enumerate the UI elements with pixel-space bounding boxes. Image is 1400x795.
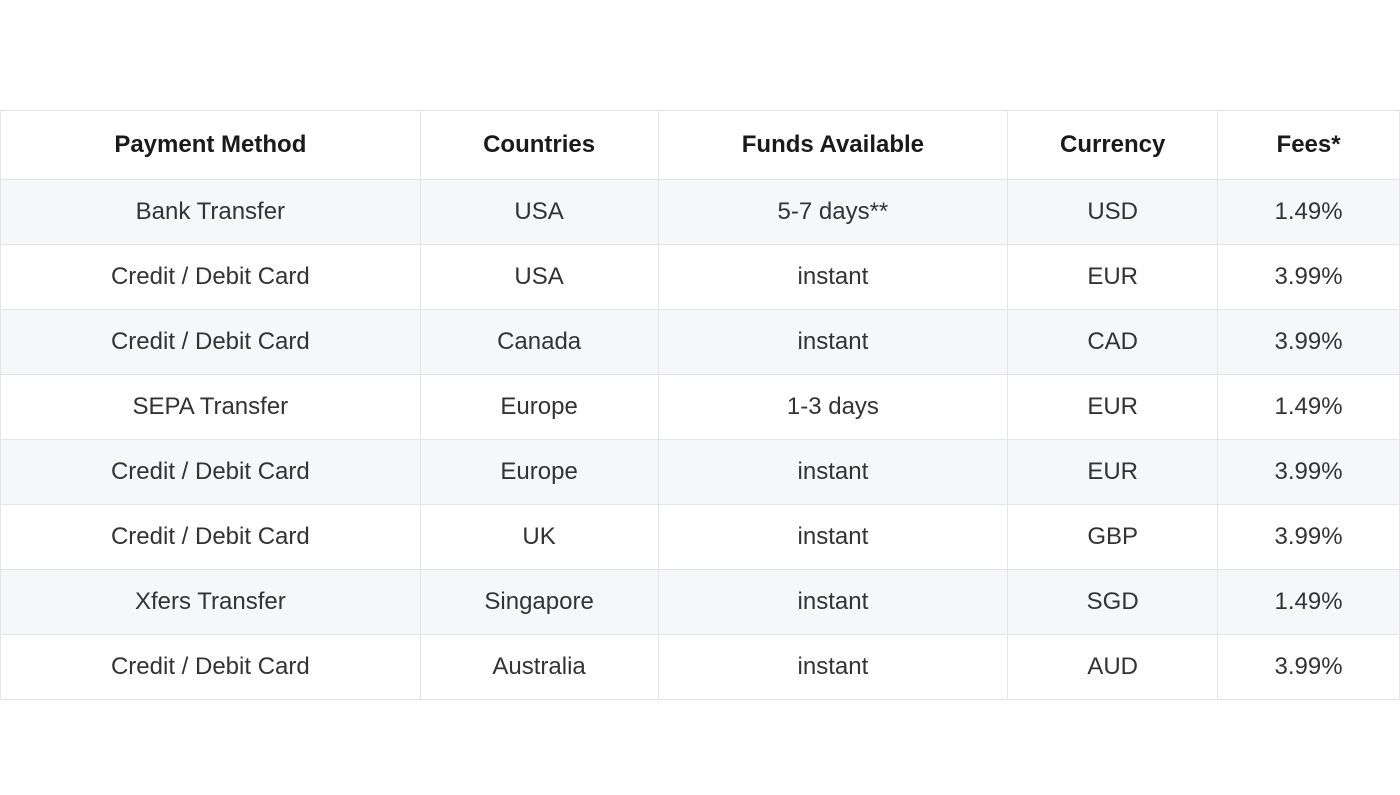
cell-funds-available: 5-7 days** [658,180,1008,245]
cell-payment-method: Credit / Debit Card [1,310,421,375]
table-row: Xfers Transfer Singapore instant SGD 1.4… [1,570,1400,635]
cell-fees: 1.49% [1218,375,1400,440]
payment-methods-table-container: Payment Method Countries Funds Available… [0,110,1400,700]
table-body: Bank Transfer USA 5-7 days** USD 1.49% C… [1,180,1400,700]
cell-fees: 3.99% [1218,505,1400,570]
cell-payment-method: Credit / Debit Card [1,245,421,310]
cell-currency: SGD [1008,570,1218,635]
cell-currency: GBP [1008,505,1218,570]
cell-countries: Singapore [420,570,658,635]
cell-payment-method: Credit / Debit Card [1,635,421,700]
header-payment-method: Payment Method [1,111,421,180]
cell-funds-available: instant [658,635,1008,700]
cell-currency: AUD [1008,635,1218,700]
payment-methods-table: Payment Method Countries Funds Available… [0,110,1400,700]
table-row: Credit / Debit Card UK instant GBP 3.99% [1,505,1400,570]
cell-currency: EUR [1008,440,1218,505]
cell-funds-available: instant [658,570,1008,635]
cell-fees: 3.99% [1218,635,1400,700]
cell-fees: 3.99% [1218,245,1400,310]
header-funds-available: Funds Available [658,111,1008,180]
cell-currency: USD [1008,180,1218,245]
cell-countries: Europe [420,440,658,505]
cell-countries: Europe [420,375,658,440]
header-countries: Countries [420,111,658,180]
cell-funds-available: instant [658,245,1008,310]
cell-payment-method: Credit / Debit Card [1,505,421,570]
cell-payment-method: Xfers Transfer [1,570,421,635]
cell-payment-method: Credit / Debit Card [1,440,421,505]
cell-fees: 1.49% [1218,570,1400,635]
table-row: Credit / Debit Card USA instant EUR 3.99… [1,245,1400,310]
table-header-row: Payment Method Countries Funds Available… [1,111,1400,180]
cell-currency: EUR [1008,245,1218,310]
cell-fees: 3.99% [1218,440,1400,505]
cell-countries: Australia [420,635,658,700]
table-row: Bank Transfer USA 5-7 days** USD 1.49% [1,180,1400,245]
cell-funds-available: instant [658,440,1008,505]
table-row: Credit / Debit Card Australia instant AU… [1,635,1400,700]
header-fees: Fees* [1218,111,1400,180]
cell-funds-available: instant [658,505,1008,570]
header-currency: Currency [1008,111,1218,180]
table-row: Credit / Debit Card Canada instant CAD 3… [1,310,1400,375]
cell-currency: EUR [1008,375,1218,440]
cell-currency: CAD [1008,310,1218,375]
cell-fees: 1.49% [1218,180,1400,245]
table-row: Credit / Debit Card Europe instant EUR 3… [1,440,1400,505]
cell-fees: 3.99% [1218,310,1400,375]
cell-countries: Canada [420,310,658,375]
cell-funds-available: instant [658,310,1008,375]
cell-payment-method: Bank Transfer [1,180,421,245]
cell-countries: USA [420,245,658,310]
cell-funds-available: 1-3 days [658,375,1008,440]
table-row: SEPA Transfer Europe 1-3 days EUR 1.49% [1,375,1400,440]
cell-payment-method: SEPA Transfer [1,375,421,440]
cell-countries: USA [420,180,658,245]
cell-countries: UK [420,505,658,570]
